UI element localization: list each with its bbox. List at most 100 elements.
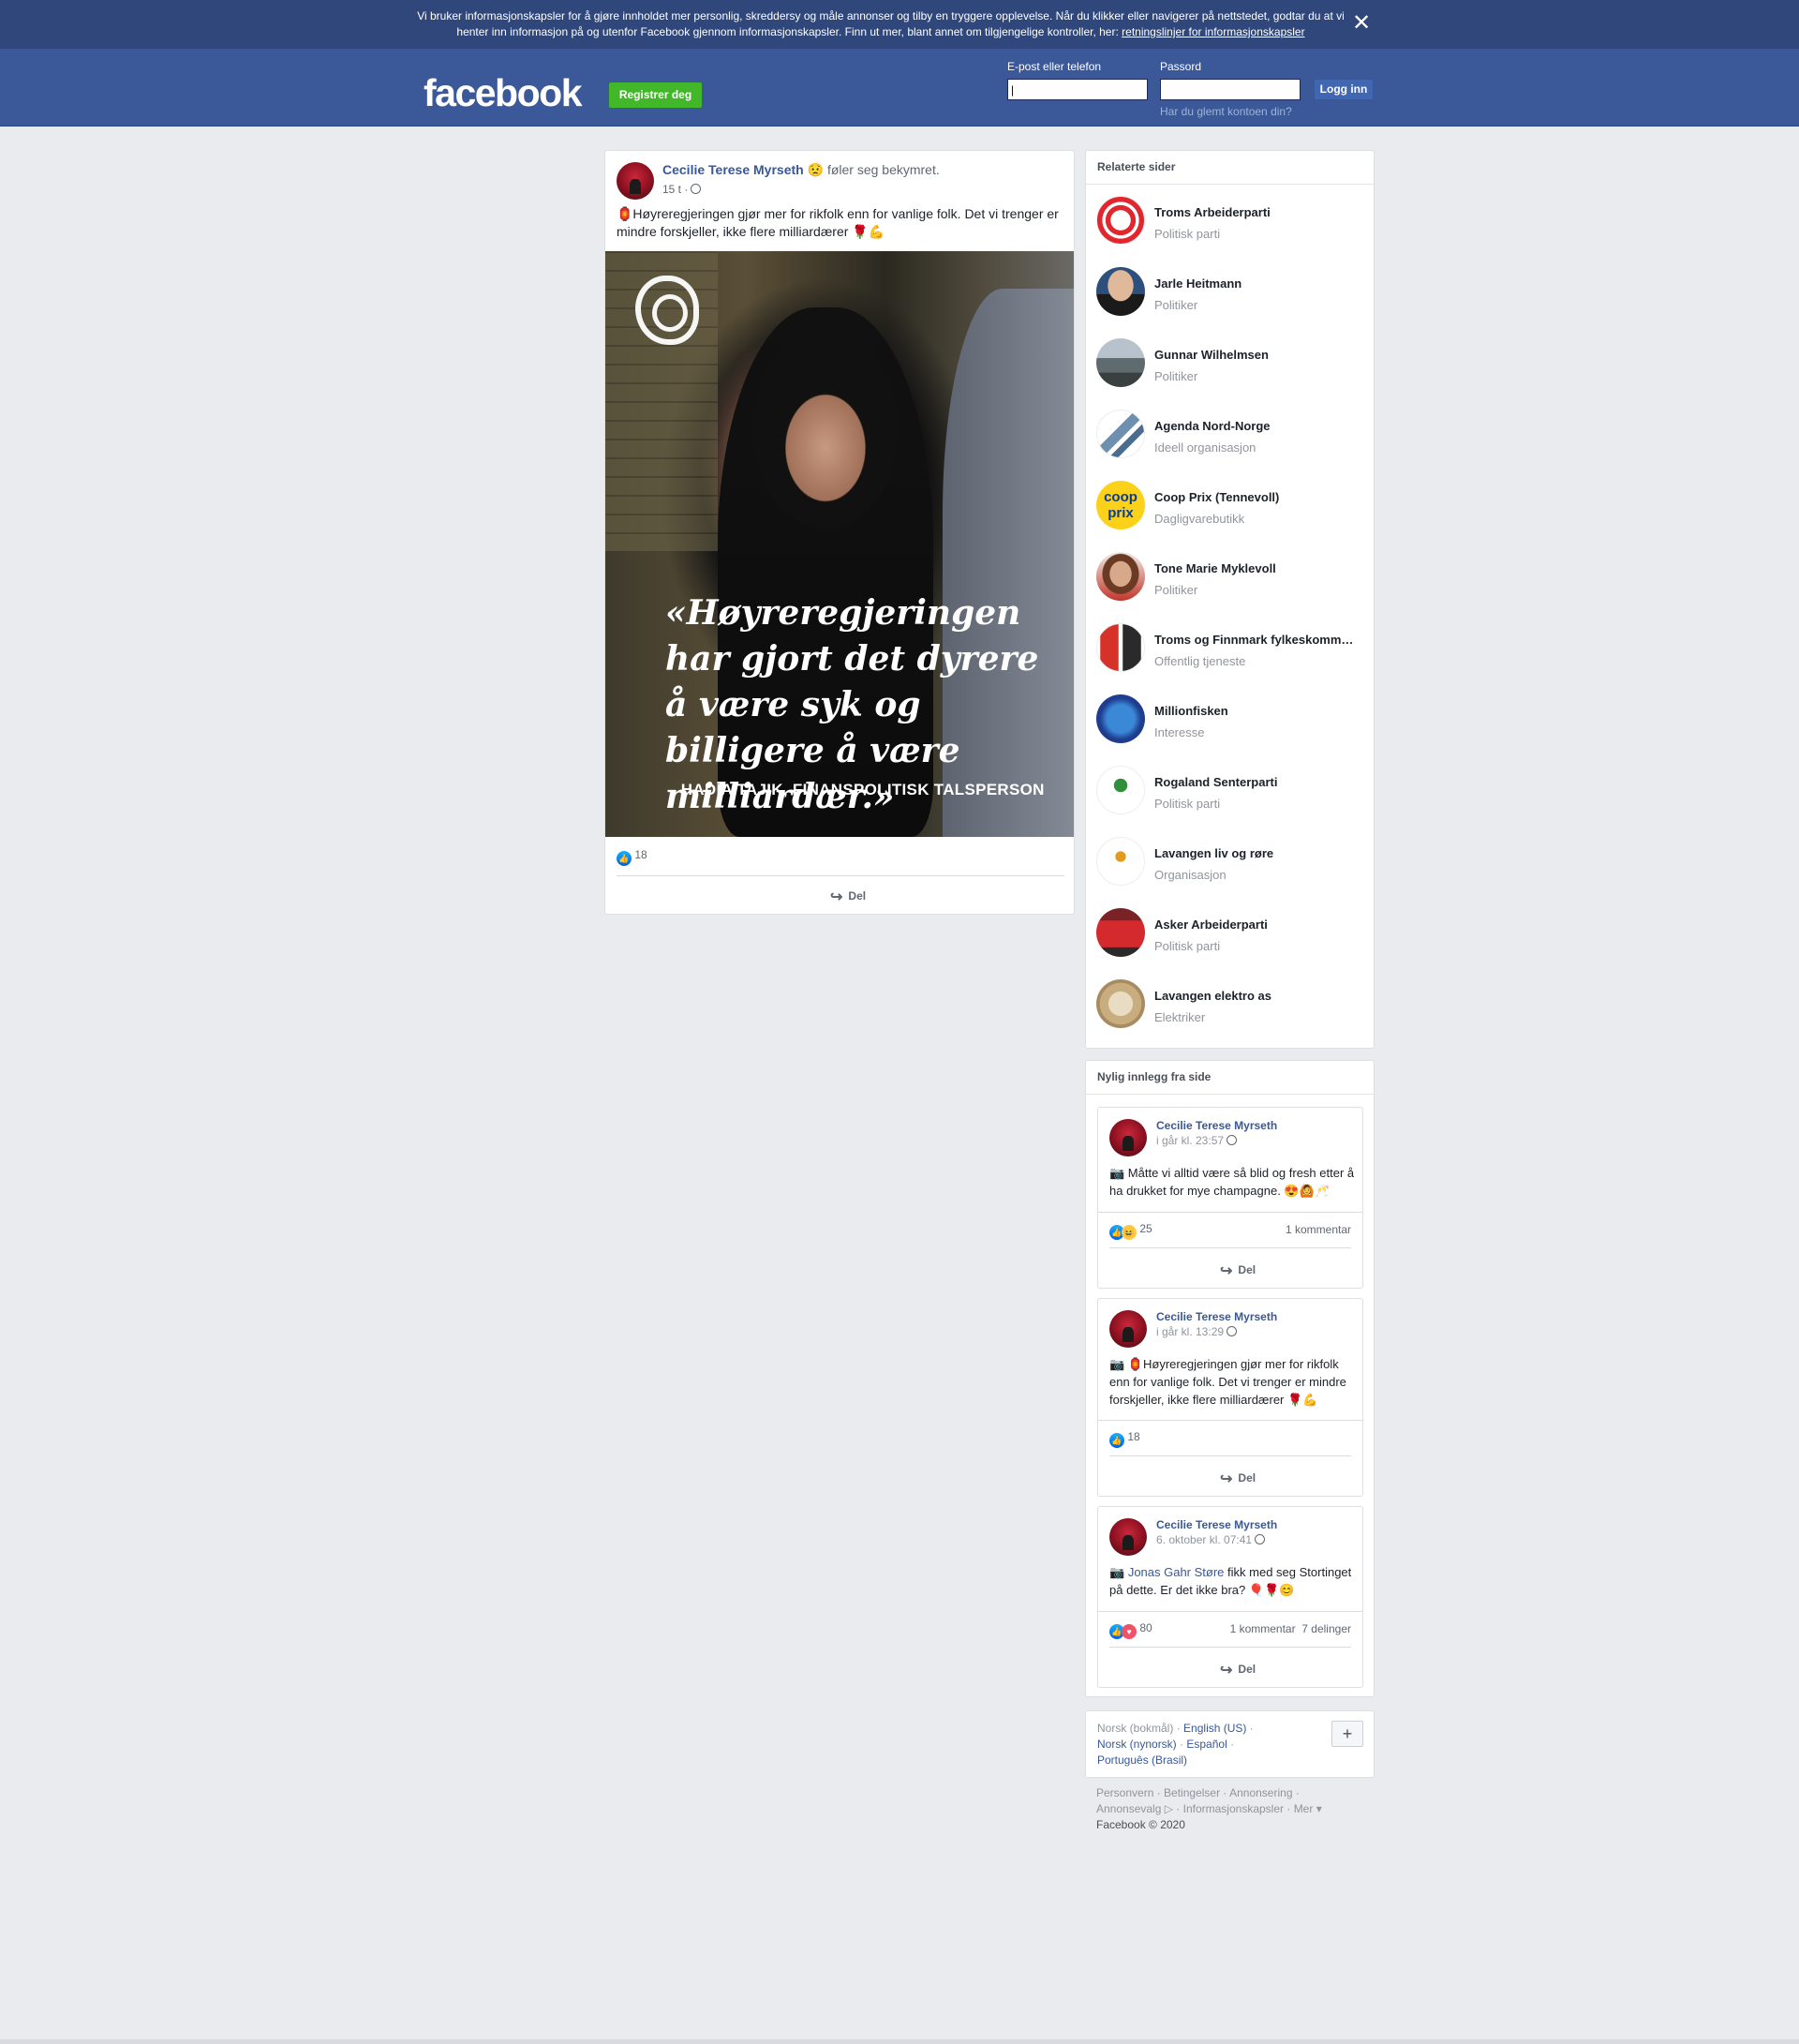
related-category: Offentlig tjeneste: [1154, 654, 1246, 668]
related-item[interactable]: Rogaland Senterparti Politisk parti: [1096, 766, 1359, 822]
post-time-text: 6. oktober kl. 07:41: [1156, 1533, 1253, 1546]
register-button[interactable]: Registrer deg: [609, 82, 702, 108]
related-name[interactable]: Agenda Nord-Norge: [1154, 419, 1360, 433]
related-category: Organisasjon: [1154, 868, 1227, 882]
author-avatar[interactable]: [1109, 1518, 1147, 1556]
post-time[interactable]: 6. oktober kl. 07:41: [1156, 1533, 1266, 1546]
related-name[interactable]: Jarle Heitmann: [1154, 276, 1360, 291]
post-time[interactable]: i går kl. 23:57: [1156, 1134, 1238, 1147]
related-item[interactable]: Asker Arbeiderparti Politisk parti: [1096, 908, 1359, 964]
coat-of-arms-avatar: [1096, 623, 1145, 672]
related-name[interactable]: Rogaland Senterparti: [1154, 775, 1360, 789]
post-text: 📷 Måtte vi alltid være så blid og fresh …: [1109, 1166, 1355, 1198]
language-link[interactable]: Norsk (nynorsk): [1097, 1738, 1177, 1751]
copyright: Facebook © 2020: [1096, 1818, 1185, 1831]
language-link[interactable]: Español: [1186, 1738, 1227, 1751]
share-icon: ↪: [1220, 1471, 1233, 1487]
forgot-account-link[interactable]: Har du glemt kontoen din?: [1160, 105, 1292, 118]
recent-post: Cecilie Terese Myrseth i går kl. 13:29 📷…: [1097, 1298, 1363, 1497]
post-image[interactable]: «Høyreregjeringen har gjort det dyrere å…: [605, 251, 1074, 837]
reaction-summary[interactable]: 👍 18: [617, 848, 647, 866]
mentioned-person-link[interactable]: Jonas Gahr Støre: [1128, 1565, 1225, 1579]
post-time[interactable]: 15 t ·: [662, 183, 688, 196]
related-item[interactable]: Troms Arbeiderparti Politisk parti: [1096, 196, 1359, 252]
divider: [1109, 1647, 1351, 1648]
author-name[interactable]: Cecilie Terese Myrseth: [1156, 1119, 1277, 1132]
caret-down-icon: ▾: [1313, 1802, 1322, 1815]
facebook-logo[interactable]: facebook: [424, 71, 583, 114]
reaction-summary[interactable]: 👍 😆 25: [1109, 1222, 1152, 1240]
related-category: Politiker: [1154, 298, 1198, 312]
share-icon: ↪: [1220, 1663, 1233, 1678]
recent-post: Cecilie Terese Myrseth i går kl. 23:57 📷…: [1097, 1107, 1363, 1289]
comment-count[interactable]: 1 kommentar: [1230, 1622, 1296, 1635]
author-name[interactable]: Cecilie Terese Myrseth: [1156, 1310, 1277, 1323]
cookie-policy-link[interactable]: retningslinjer for informasjonskapsler: [1122, 25, 1304, 38]
related-item[interactable]: Agenda Nord-Norge Ideell organisasjon: [1096, 410, 1359, 466]
language-link[interactable]: Português (Brasil): [1097, 1753, 1187, 1767]
footer-more-link[interactable]: Mer: [1294, 1802, 1314, 1815]
language-link[interactable]: English (US): [1183, 1722, 1246, 1735]
like-icon: 👍: [617, 851, 632, 866]
related-name[interactable]: Asker Arbeiderparti: [1154, 918, 1360, 932]
related-item[interactable]: Gunnar Wilhelmsen Politiker: [1096, 338, 1359, 395]
author-avatar[interactable]: [1109, 1310, 1147, 1348]
close-icon[interactable]: ✕: [1349, 11, 1374, 36]
language-list: Norsk (bokmål) · English (US) · Norsk (n…: [1097, 1722, 1254, 1767]
related-name[interactable]: Coop Prix (Tennevoll): [1154, 490, 1360, 504]
globe-icon: [1227, 1326, 1238, 1336]
footer-link[interactable]: Informasjonskapsler: [1183, 1802, 1284, 1815]
footer-link[interactable]: Betingelser: [1164, 1786, 1220, 1799]
share-button[interactable]: ↪ Del: [1220, 1661, 1256, 1679]
share-icon: ↪: [830, 889, 843, 905]
related-name[interactable]: Gunnar Wilhelmsen: [1154, 348, 1360, 362]
password-field[interactable]: [1160, 79, 1301, 100]
footer-link[interactable]: Annonsering: [1229, 1786, 1292, 1799]
footer-link[interactable]: Personvern: [1096, 1786, 1153, 1799]
adchoices-icon: ▷: [1161, 1802, 1173, 1815]
email-field[interactable]: [1007, 79, 1148, 100]
related-category: Politisk parti: [1154, 797, 1221, 811]
more-languages-button[interactable]: +: [1331, 1721, 1363, 1747]
group-photo-avatar: [1096, 908, 1145, 957]
recent-posts-title: Nylig innlegg fra side: [1097, 1070, 1212, 1083]
comment-count[interactable]: 1 kommentar: [1286, 1223, 1351, 1236]
share-count[interactable]: 7 delinger: [1301, 1622, 1351, 1635]
related-name[interactable]: Troms og Finnmark fylkeskommune: [1154, 633, 1360, 647]
related-name[interactable]: Millionfisken: [1154, 704, 1360, 718]
post-text: 📷 🏮Høyreregjeringen gjør mer for rikfolk…: [1109, 1357, 1346, 1407]
related-item[interactable]: coop prix Coop Prix (Tennevoll) Dagligvar…: [1096, 481, 1359, 537]
related-item[interactable]: Lavangen liv og røre Organisasjon: [1096, 837, 1359, 893]
related-category: Politisk parti: [1154, 939, 1221, 953]
author-avatar[interactable]: [1109, 1119, 1147, 1156]
related-name[interactable]: Lavangen elektro as: [1154, 989, 1360, 1003]
share-button[interactable]: ↪ Del: [830, 888, 866, 906]
login-button[interactable]: Logg inn: [1314, 79, 1374, 100]
share-button[interactable]: ↪ Del: [1220, 1470, 1256, 1488]
related-item[interactable]: Millionfisken Interesse: [1096, 694, 1359, 751]
author-name[interactable]: Cecilie Terese Myrseth: [1156, 1518, 1277, 1531]
reaction-summary[interactable]: 👍 18: [1109, 1430, 1140, 1448]
author-avatar[interactable]: [617, 162, 654, 200]
engagement-counts[interactable]: 1 kommentar 7 delinger: [1230, 1622, 1351, 1635]
reaction-count: 80: [1139, 1621, 1152, 1634]
related-item[interactable]: Troms og Finnmark fylkeskommune Offentli…: [1096, 623, 1360, 679]
like-count: 18: [634, 848, 647, 861]
related-item[interactable]: Jarle Heitmann Politiker: [1096, 267, 1359, 323]
share-label: Del: [1238, 1663, 1256, 1676]
related-item[interactable]: Lavangen elektro as Elektriker: [1096, 979, 1359, 1036]
related-name[interactable]: Tone Marie Myklevoll: [1154, 561, 1360, 575]
share-button[interactable]: ↪ Del: [1220, 1261, 1256, 1280]
post-text: 📷 Jonas Gahr Støre fikk med seg Storting…: [1109, 1563, 1355, 1599]
related-name[interactable]: Lavangen liv og røre: [1154, 846, 1360, 860]
related-item[interactable]: Tone Marie Myklevoll Politiker: [1096, 552, 1359, 608]
footer-link[interactable]: Annonsevalg: [1096, 1802, 1161, 1815]
worried-emoji-icon: 😟: [807, 162, 825, 177]
person-avatar: [1096, 338, 1145, 387]
related-pages-title: Relaterte sider: [1097, 160, 1176, 173]
globe-icon: [1227, 1135, 1238, 1145]
related-name[interactable]: Troms Arbeiderparti: [1154, 205, 1360, 219]
author-name[interactable]: Cecilie Terese Myrseth: [662, 162, 804, 177]
post-time[interactable]: i går kl. 13:29: [1156, 1325, 1238, 1338]
reaction-summary[interactable]: 👍 ♥ 80: [1109, 1621, 1152, 1639]
